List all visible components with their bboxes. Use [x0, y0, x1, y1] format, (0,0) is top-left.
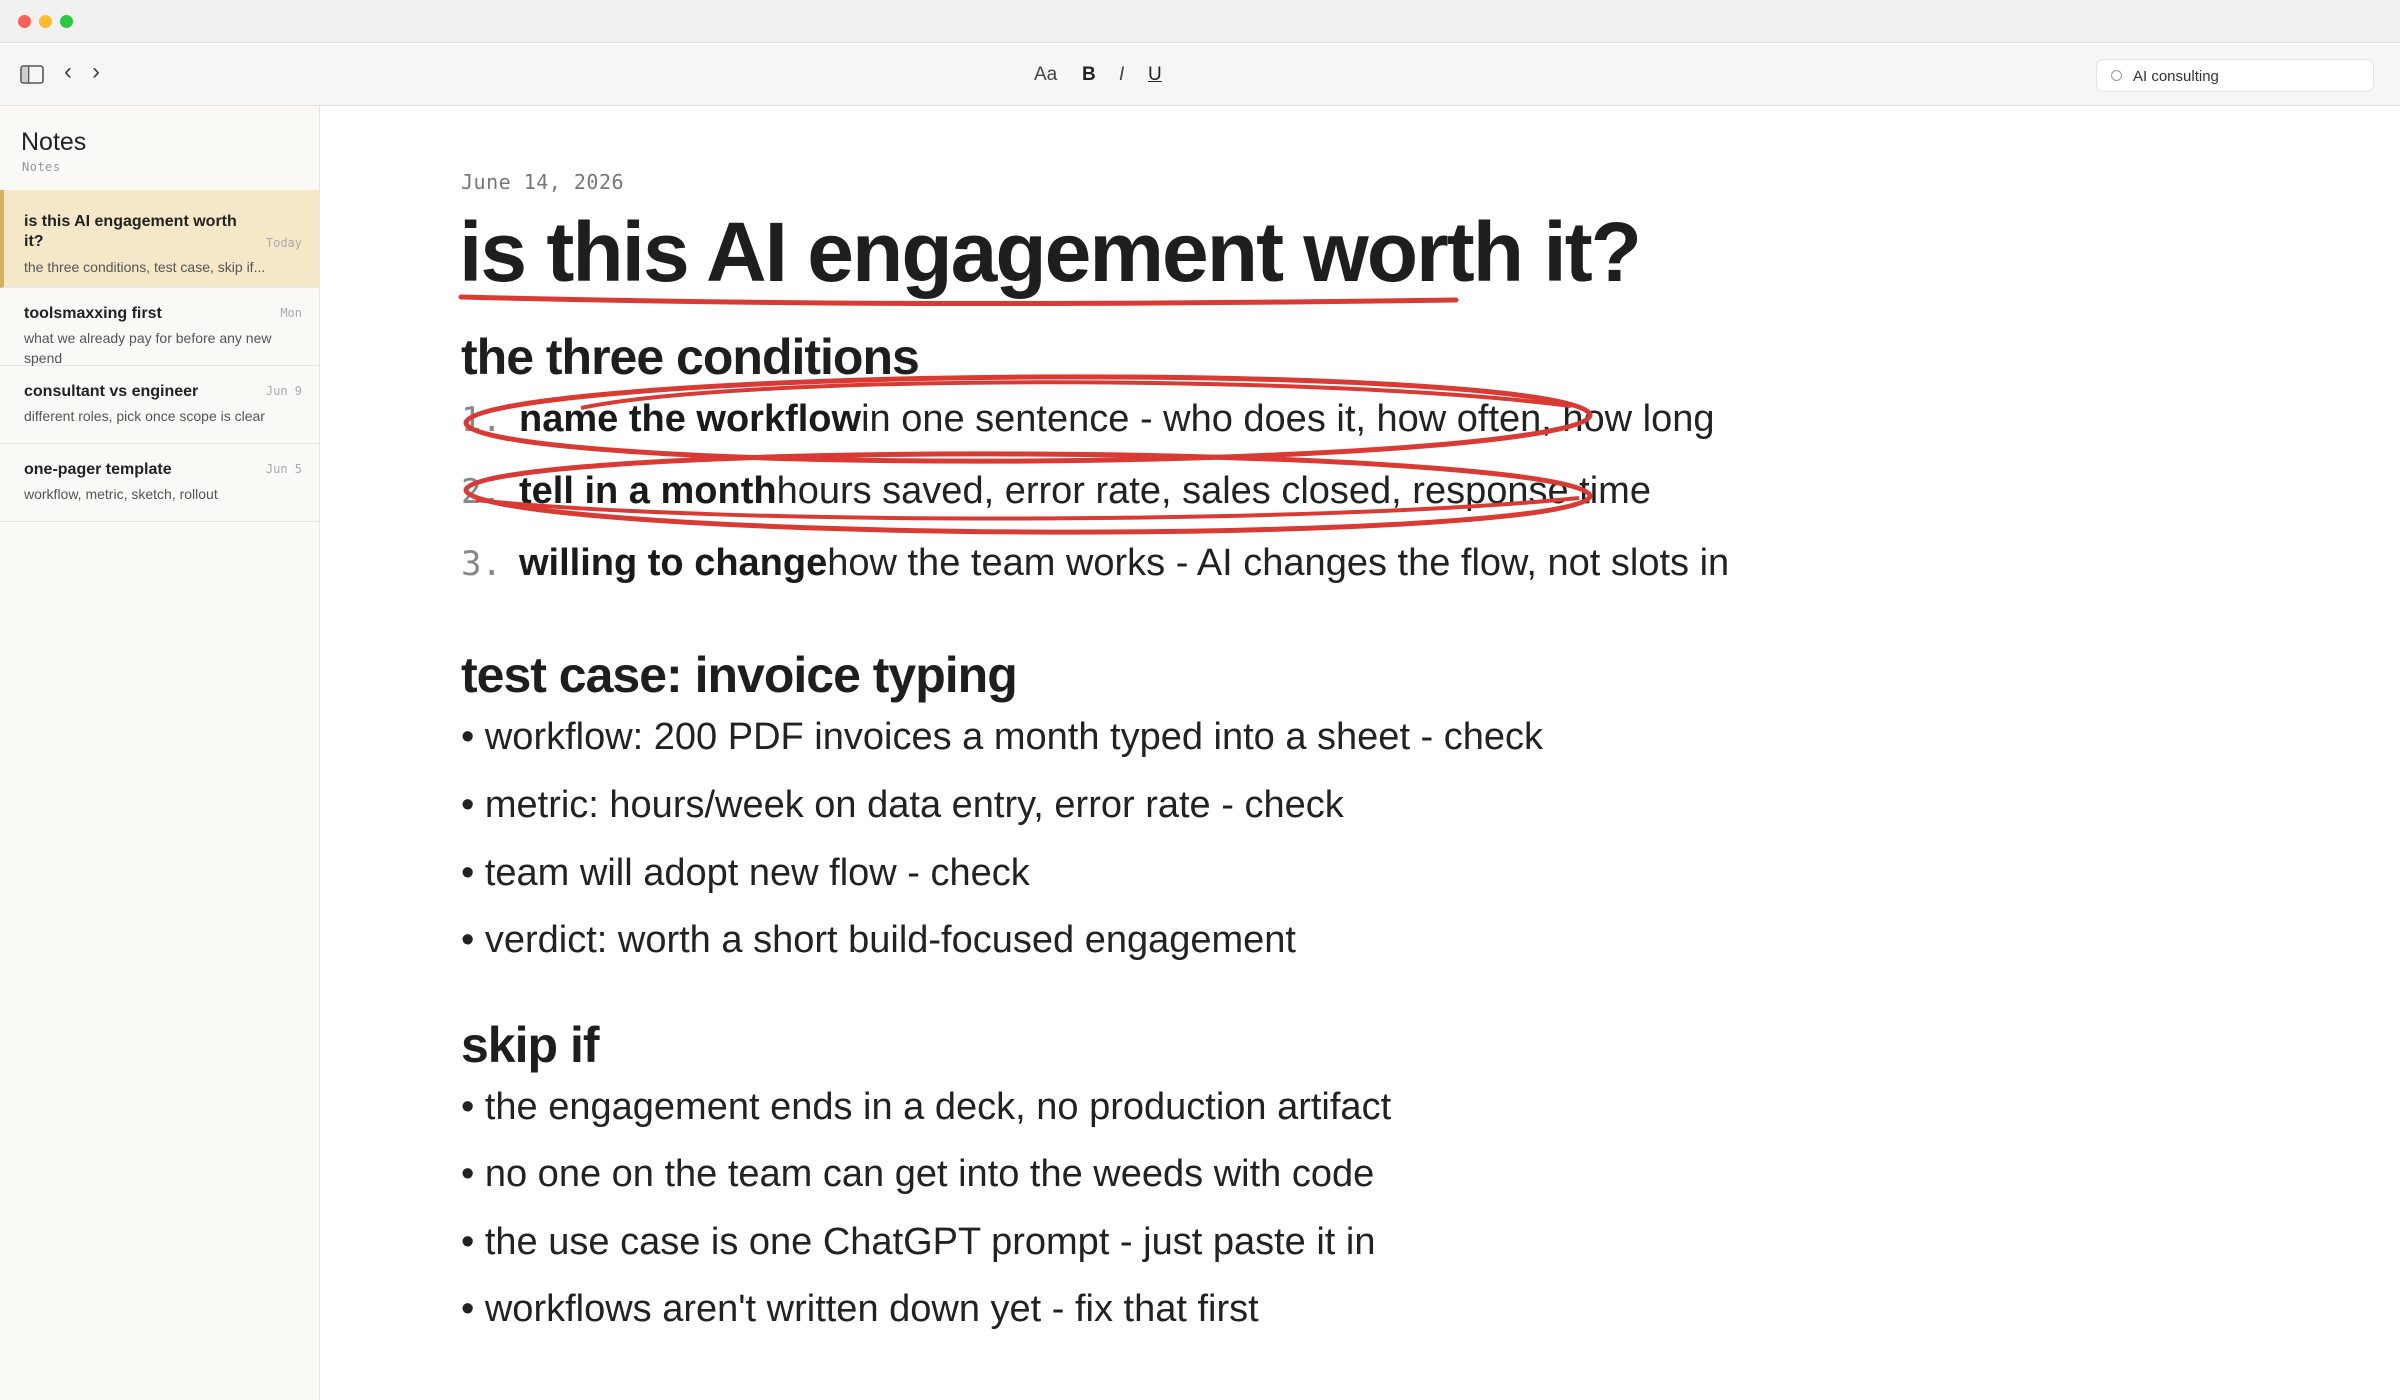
note-list-item[interactable]: is this AI engagement worth it? Today th… — [0, 190, 320, 288]
search-input[interactable]: AI consulting — [2133, 68, 2219, 85]
note-list-item[interactable]: toolsmaxxing first Mon what we already p… — [0, 288, 320, 366]
zoom-window-button[interactable] — [60, 15, 73, 28]
condition-text: hours saved, error rate, sales closed, r… — [776, 470, 1651, 512]
note-snippet: workflow, metric, sketch, rollout — [24, 486, 218, 502]
note-snippet: what we already pay for before any new s… — [24, 330, 272, 366]
section-heading: test case: invoice typing — [461, 647, 1018, 703]
underline-button[interactable]: U — [1148, 64, 1162, 86]
section-heading: the three conditions — [461, 329, 920, 385]
condition-text: in one sentence - who does it, how often… — [861, 398, 1715, 440]
close-window-button[interactable] — [18, 15, 31, 28]
sidebar-title: Notes — [21, 128, 87, 156]
bullet-list-item: • workflows aren't written down yet - fi… — [461, 1288, 1259, 1330]
italic-button[interactable]: I — [1119, 64, 1124, 86]
forward-button[interactable]: › — [88, 58, 104, 86]
note-date: Jun 5 — [265, 462, 302, 476]
bullet-list-item: • metric: hours/week on data entry, erro… — [461, 784, 1344, 826]
note-list-item[interactable]: consultant vs engineer Jun 9 different r… — [0, 366, 320, 444]
condition-label: name the workflow — [519, 398, 862, 440]
note-editor[interactable]: June 14, 2026 is this AI engagement wort… — [321, 106, 2400, 1400]
note-date: Mon — [280, 306, 302, 320]
sidebar-subtitle: Notes — [22, 160, 61, 174]
bullet-list-item: • the use case is one ChatGPT prompt - j… — [461, 1221, 1376, 1263]
note-title: is this AI engagement worth it? — [24, 213, 237, 250]
sidebar-toggle-icon[interactable] — [20, 65, 44, 84]
note-title: toolsmaxxing first — [24, 305, 162, 322]
note-date-header: June 14, 2026 — [461, 170, 625, 194]
note-date: Today — [265, 236, 302, 250]
note-snippet: the three conditions, test case, skip if… — [24, 259, 266, 275]
bold-button[interactable]: B — [1082, 64, 1096, 86]
bullet-list-item: • no one on the team can get into the we… — [461, 1153, 1375, 1195]
condition-text: how the team works - AI changes the flow… — [827, 542, 1730, 584]
section-heading: skip if — [461, 1017, 599, 1073]
minimize-window-button[interactable] — [39, 15, 52, 28]
window-titlebar — [0, 0, 2400, 43]
search-field[interactable]: AI consulting — [2096, 59, 2374, 92]
list-number: 1. — [461, 400, 502, 440]
bullet-list-item: • the engagement ends in a deck, no prod… — [461, 1086, 1392, 1128]
note-title-heading: is this AI engagement worth it? — [459, 205, 1642, 299]
back-button[interactable]: ‹ — [60, 58, 76, 86]
list-number: 2. — [461, 472, 502, 512]
note-date: Jun 9 — [265, 384, 302, 398]
note-title: consultant vs engineer — [24, 383, 199, 400]
bullet-list-item: • workflow: 200 PDF invoices a month typ… — [461, 716, 1544, 758]
font-style-button[interactable]: Aa — [1034, 64, 1057, 86]
note-title: one-pager template — [24, 461, 172, 478]
bullet-list-item: • verdict: worth a short build-focused e… — [461, 919, 1296, 961]
condition-label: tell in a month — [519, 470, 777, 512]
notes-sidebar: Notes Notes is this AI engagement worth … — [0, 106, 320, 1400]
toolbar: ‹ › Aa B I U AI consulting — [0, 44, 2400, 106]
search-icon — [2111, 70, 2122, 81]
note-snippet: different roles, pick once scope is clea… — [24, 408, 265, 424]
list-number: 3. — [461, 544, 502, 584]
condition-label: willing to change — [519, 542, 828, 584]
bullet-list-item: • team will adopt new flow - check — [461, 852, 1030, 894]
note-list-item[interactable]: one-pager template Jun 5 workflow, metri… — [0, 444, 320, 522]
